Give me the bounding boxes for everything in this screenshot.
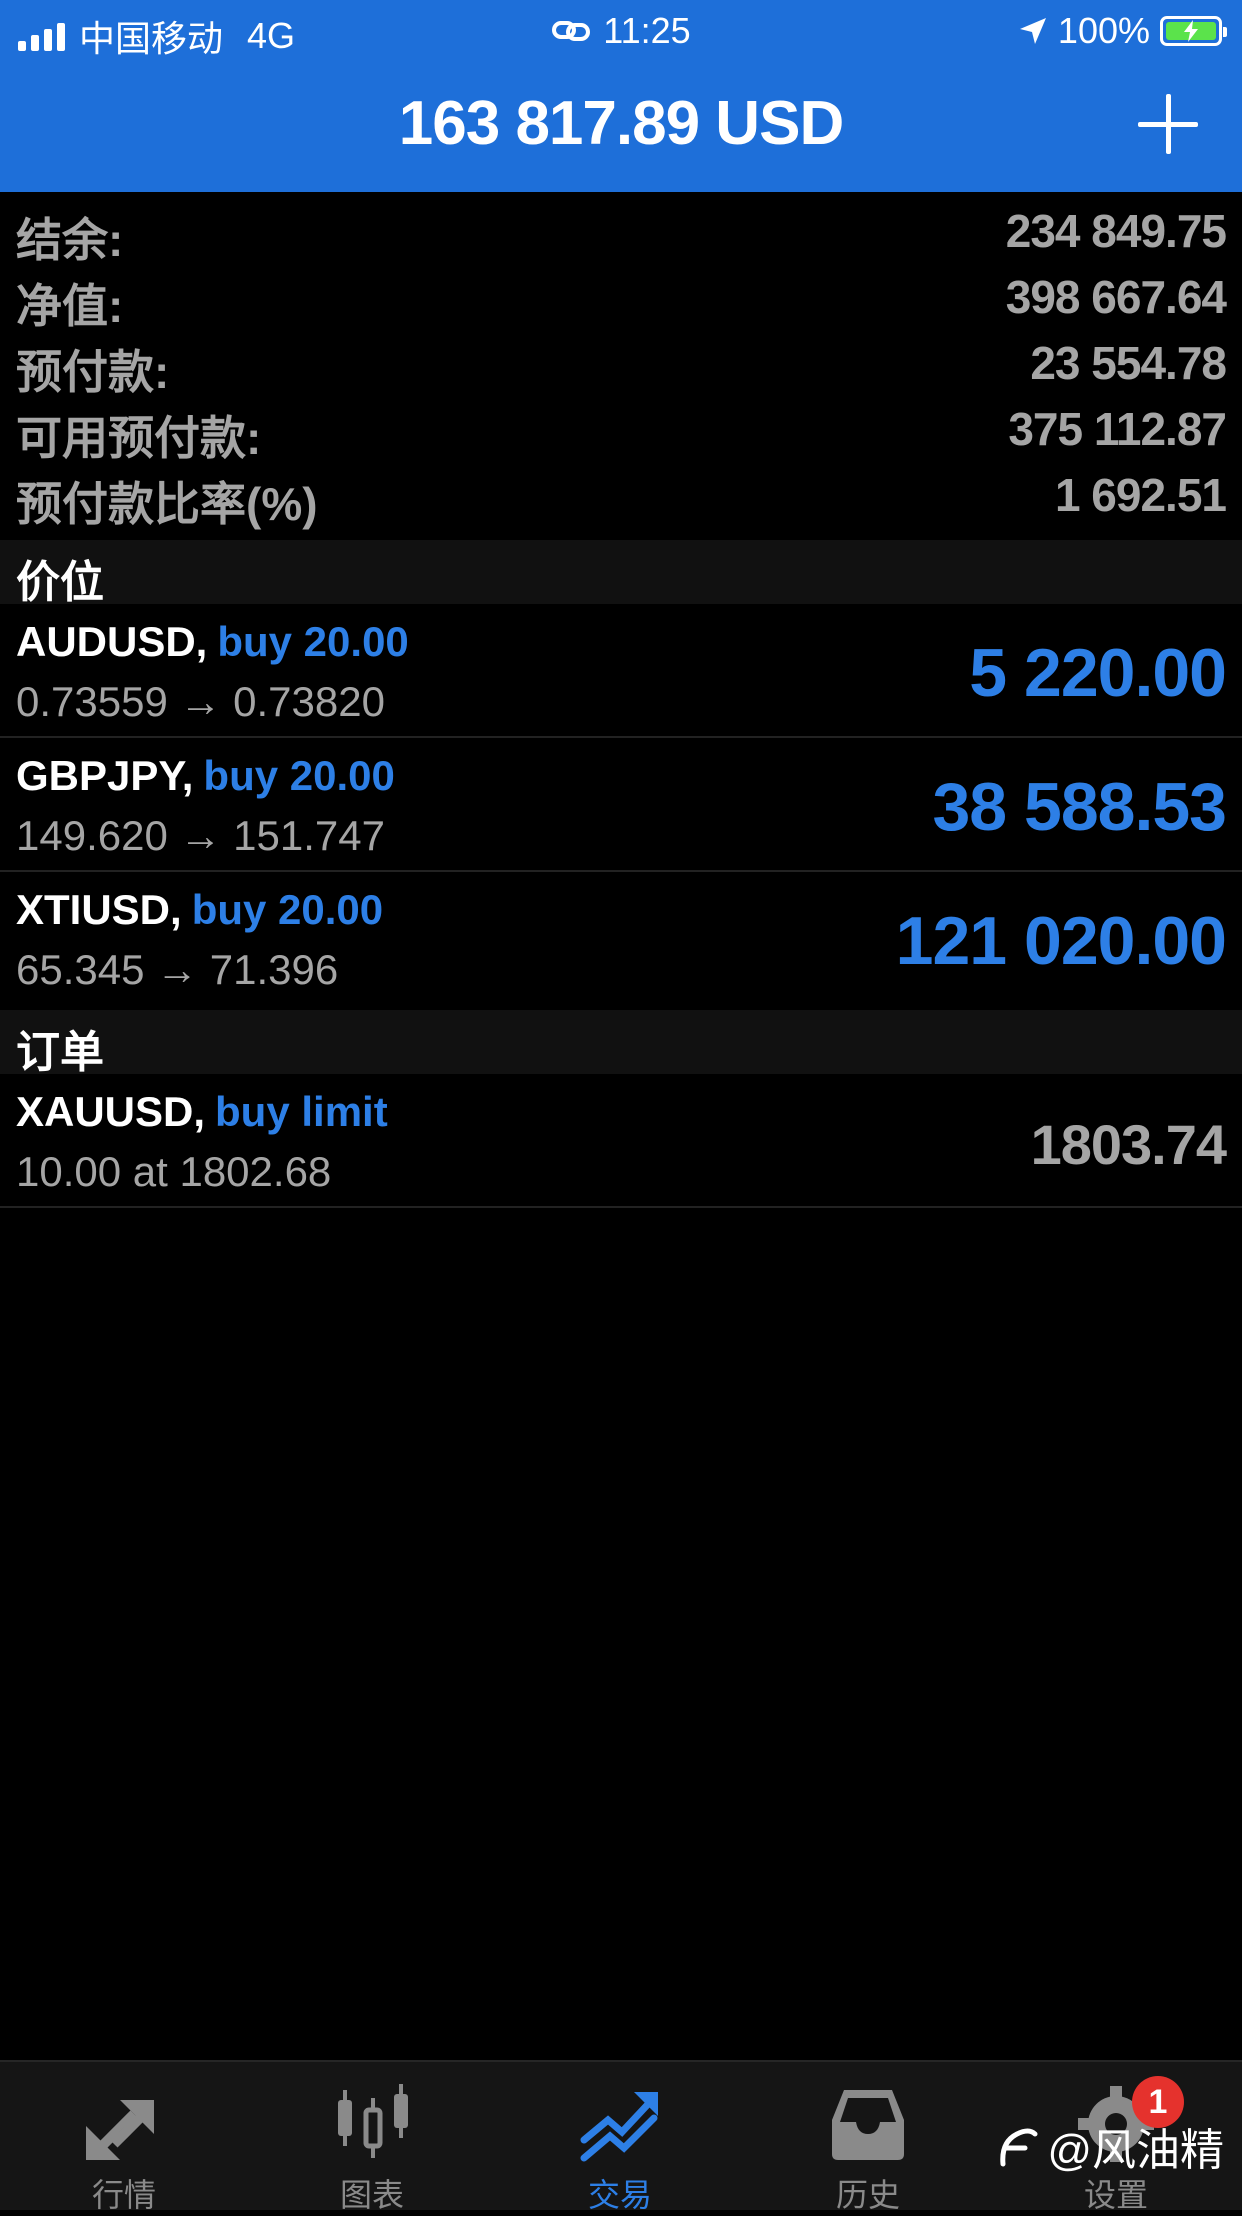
link-icon [552,21,591,41]
order-symbol: XAUUSD, buy limit [16,1088,388,1136]
summary-label: 预付款比率(%) [16,478,318,530]
clock: 11:25 [603,10,691,51]
order-prices: 10.00 at 1802.68 [16,1148,332,1195]
position-row[interactable]: XTIUSD, buy 20.00 65.345 → 71.396 121 020… [0,872,1242,1006]
summary-value: 375 112.87 [1008,403,1227,455]
battery-icon [1160,16,1227,46]
position-profit: 5 220.00 [969,635,1227,711]
summary-row-equity: 净值: 398 667.64 [0,266,1242,332]
position-type: buy 20.00 [203,752,395,799]
history-inbox-icon [832,2090,904,2160]
summary-value: 23 554.78 [1030,337,1227,389]
summary-row-margin: 预付款: 23 554.78 [0,332,1242,398]
location-arrow-icon [1019,18,1046,44]
positions-section-header: 价位 [0,540,1242,607]
order-type: buy limit [215,1088,388,1135]
tab-label: 行情 [91,2177,156,2213]
section-title: 价位 [16,558,104,607]
tab-trade[interactable]: 交易 [496,2062,744,2213]
watermark: @风油精 [995,2114,1224,2178]
position-prices: 0.73559 → 0.73820 [16,678,385,725]
symbol-name: AUDUSD, [16,618,208,665]
summary-label: 可用预付款: [16,412,262,464]
battery-percent: 100% [1057,10,1150,51]
account-summary: 结余: 234 849.75 净值: 398 667.64 预付款: 23 55… [0,200,1242,530]
order-row[interactable]: XAUUSD, buy limit 10.00 at 1802.68 1803.7… [0,1074,1242,1208]
order-current-price: 1803.74 [1030,1113,1227,1176]
summary-row-free-margin: 可用预付款: 375 112.87 [0,398,1242,464]
summary-value: 1 692.51 [1054,469,1227,521]
charging-bolt-icon [1184,20,1198,42]
position-row[interactable]: AUDUSD, buy 20.00 0.73559 → 0.73820 5 220… [0,604,1242,738]
tab-quotes[interactable]: 行情 [0,2062,248,2213]
position-symbol: GBPJPY, buy 20.00 [16,752,395,800]
top-bar: 163 817.89 USD [0,60,1242,192]
position-profit: 38 588.53 [932,769,1227,845]
summary-label: 预付款: [16,346,170,398]
summary-value: 234 849.75 [1005,205,1227,257]
candlestick-chart-icon [338,2084,408,2158]
position-symbol: XTIUSD, buy 20.00 [16,886,383,934]
symbol-name: GBPJPY, [16,752,194,799]
account-balance-title: 163 817.89 USD [398,89,844,158]
symbol-name: XAUUSD, [16,1088,206,1135]
symbol-name: XTIUSD, [16,886,182,933]
tab-history[interactable]: 历史 [744,2062,992,2213]
section-title: 订单 [16,1028,104,1077]
position-row[interactable]: GBPJPY, buy 20.00 149.620 → 151.747 38 58… [0,738,1242,872]
position-prices: 65.345 → 71.396 [16,946,339,993]
position-profit: 121 020.00 [895,903,1227,979]
tab-label: 交易 [587,2177,652,2213]
quotes-arrows-icon [86,2100,154,2160]
summary-value: 398 667.64 [1005,271,1227,323]
tab-label: 图表 [339,2177,404,2213]
position-prices: 149.620 → 151.747 [16,812,385,859]
plus-icon[interactable] [1138,94,1198,154]
summary-label: 净值: [16,280,124,332]
weibo-logo-icon [1000,2128,1038,2167]
summary-row-balance: 结余: 234 849.75 [0,200,1242,266]
tab-charts[interactable]: 图表 [248,2062,496,2213]
position-symbol: AUDUSD, buy 20.00 [16,618,409,666]
position-type: buy 20.00 [217,618,409,665]
watermark-text: @风油精 [1047,2126,1224,2175]
summary-label: 结余: [16,214,124,266]
orders-section-header: 订单 [0,1010,1242,1077]
trade-trend-icon [580,2092,658,2162]
position-type: buy 20.00 [191,886,384,933]
status-bar: 中国移动 4G 11:25 100% [0,0,1242,60]
summary-row-margin-level: 预付款比率(%) 1 692.51 [0,464,1242,530]
tab-label: 历史 [835,2177,900,2213]
